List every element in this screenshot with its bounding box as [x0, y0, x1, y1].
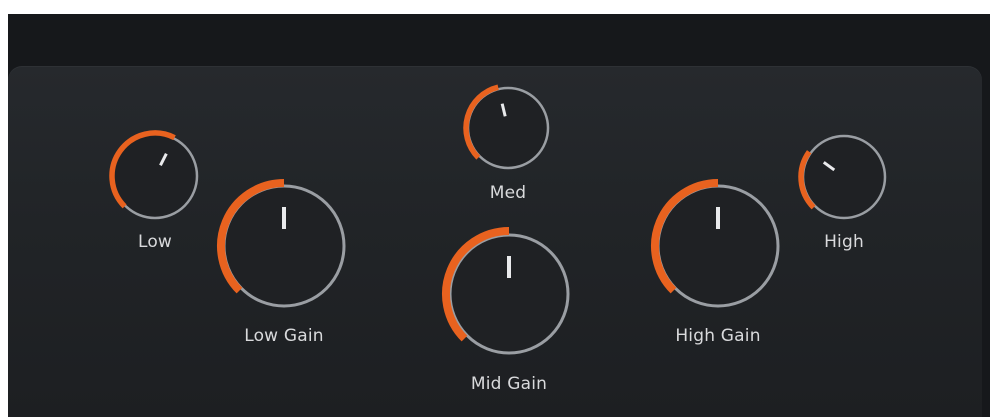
high-knob-graphic: [798, 134, 887, 220]
low-gain-knob[interactable]: [211, 173, 357, 319]
low-knob[interactable]: [102, 123, 208, 229]
low-knob-graphic: [109, 130, 199, 220]
low-gain-knob-label: Low Gain: [244, 326, 324, 346]
med-knob[interactable]: [456, 76, 560, 180]
knob-ring: [448, 233, 570, 355]
mid-gain-knob[interactable]: [436, 221, 582, 367]
high-knob-label: High: [824, 232, 864, 252]
high-gain-knob-label: High Gain: [675, 326, 761, 346]
high-gain-knob-graphic: [651, 179, 780, 308]
low-gain-knob-graphic: [217, 179, 346, 308]
med-knob-graphic: [463, 84, 550, 170]
med-knob-label: Med: [489, 183, 527, 203]
mid-gain-knob-graphic: [442, 227, 570, 355]
mid-gain-knob-label: Mid Gain: [470, 374, 548, 394]
high-gain-knob[interactable]: [645, 173, 791, 319]
low-knob-label: Low: [137, 232, 173, 252]
high-knob[interactable]: [791, 124, 897, 230]
